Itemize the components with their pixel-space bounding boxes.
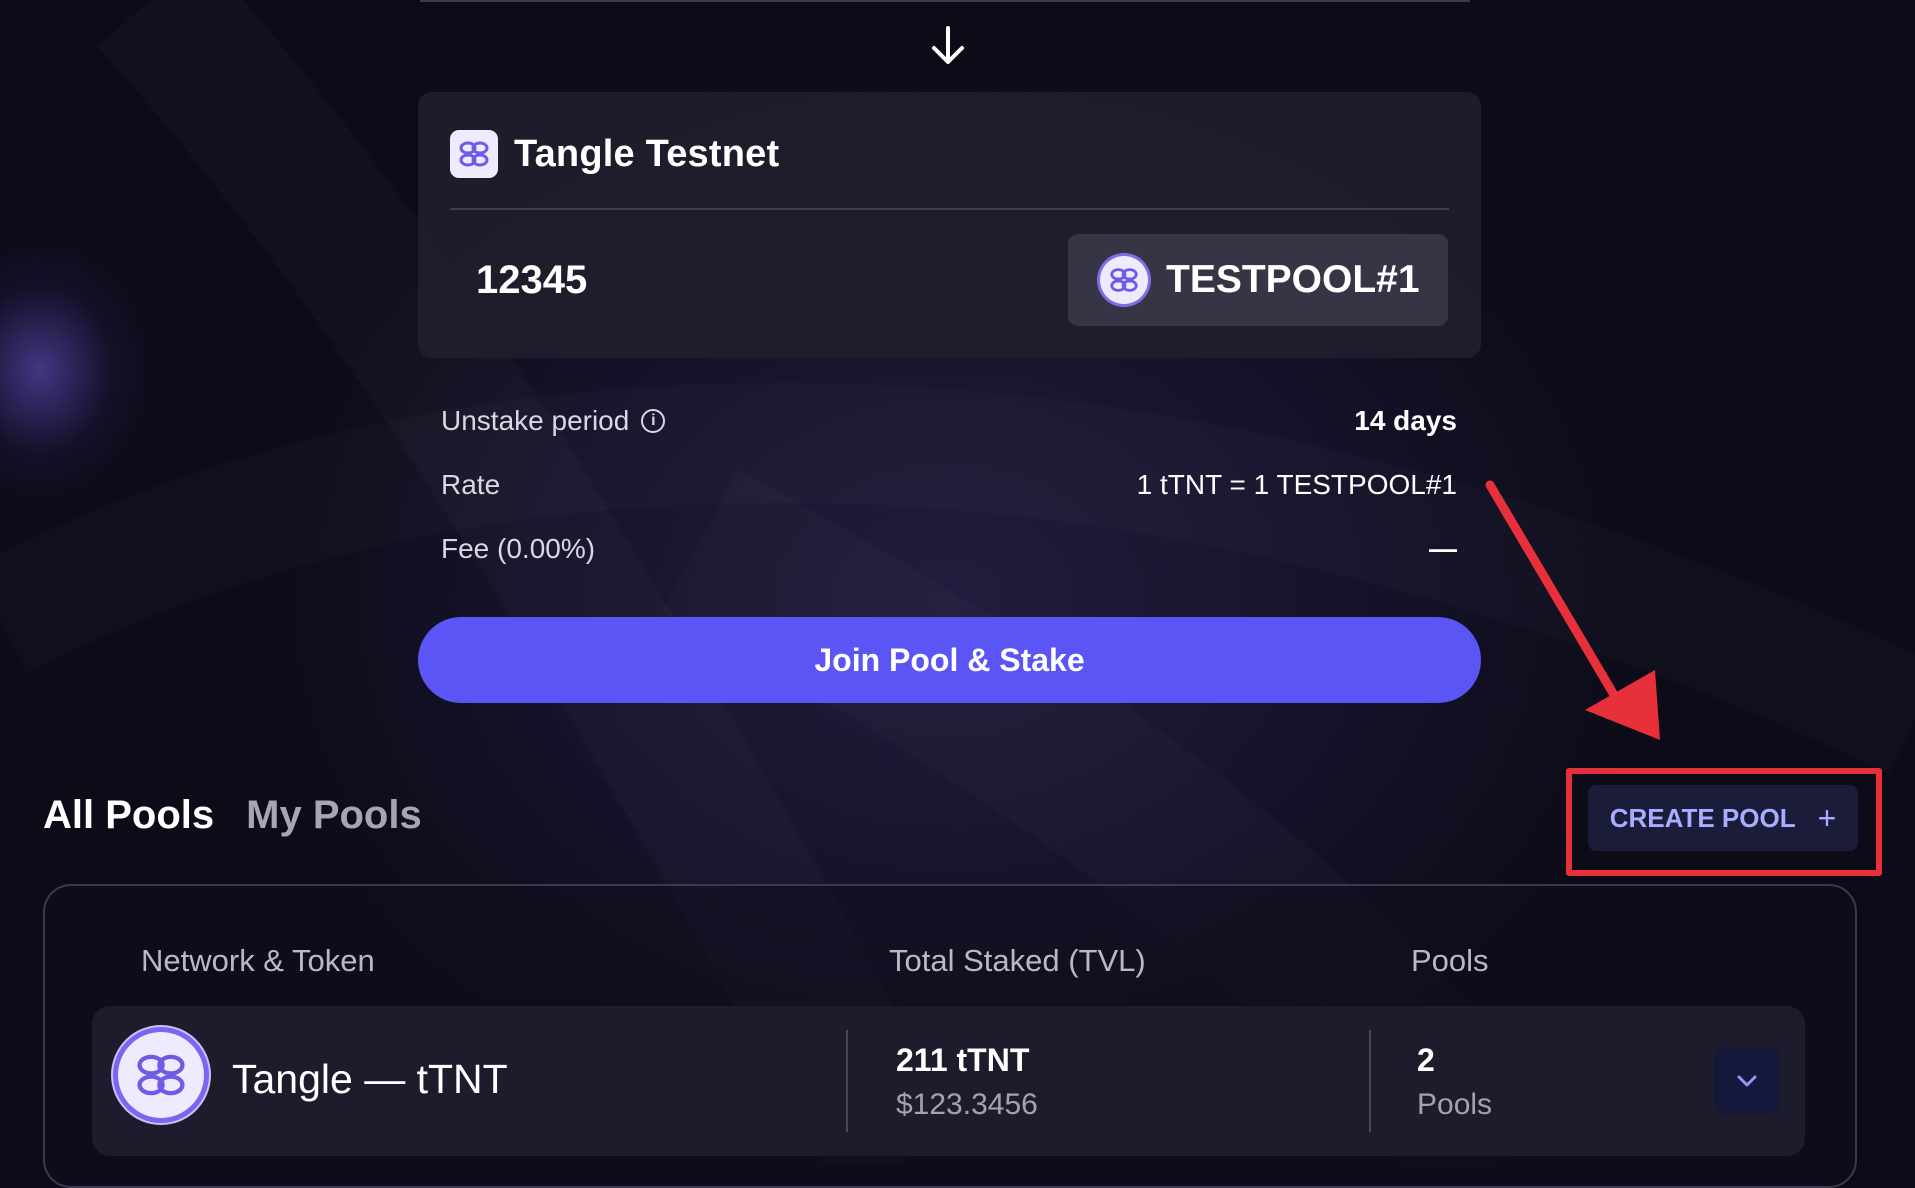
info-icon[interactable]: i xyxy=(641,409,666,433)
tab-my-pools[interactable]: My Pools xyxy=(246,793,422,838)
column-separator xyxy=(846,1030,848,1132)
column-separator xyxy=(1369,1030,1371,1132)
detail-value: 14 days xyxy=(1354,405,1457,436)
tvl-amount: 211 tTNT xyxy=(896,1042,1030,1078)
detail-row-rate: Rate 1 tTNT = 1 TESTPOOL#1 xyxy=(441,469,1457,501)
network-token-name: Tangle — tTNT xyxy=(232,1056,508,1102)
detail-row-unstake-period: Unstake period i 14 days xyxy=(441,405,1457,437)
create-pool-label: CREATE POOL xyxy=(1609,802,1796,833)
tvl-usd: $123.3456 xyxy=(896,1088,1038,1121)
stake-amount-input[interactable]: 12345 xyxy=(476,258,587,303)
tangle-token-icon xyxy=(118,1032,204,1118)
column-header-pools: Pools xyxy=(1411,943,1489,978)
pool-count-label: Pools xyxy=(1417,1088,1493,1121)
expand-row-button[interactable] xyxy=(1714,1048,1780,1114)
network-header[interactable]: Tangle Testnet xyxy=(450,130,779,178)
column-header-network-token: Network & Token xyxy=(141,943,375,978)
detail-label: Unstake period xyxy=(441,405,630,436)
table-row[interactable]: Tangle — tTNT 211 tTNT $123.3456 2 Pools xyxy=(92,1006,1805,1156)
divider xyxy=(450,208,1449,210)
detail-value: — xyxy=(1429,533,1457,564)
tangle-logo-icon xyxy=(450,130,498,178)
detail-label: Fee (0.00%) xyxy=(441,533,596,564)
column-header-tvl: Total Staked (TVL) xyxy=(889,943,1146,978)
pool-tabs: All Pools My Pools xyxy=(43,793,454,838)
pool-name: TESTPOOL#1 xyxy=(1166,258,1420,301)
plus-icon: + xyxy=(1817,799,1837,836)
pool-count: 2 xyxy=(1417,1042,1435,1078)
detail-label: Rate xyxy=(441,469,501,500)
detail-value: 1 tTNT = 1 TESTPOOL#1 xyxy=(1136,469,1457,500)
chevron-down-icon xyxy=(1737,1075,1757,1087)
create-pool-button[interactable]: CREATE POOL + xyxy=(1588,785,1858,851)
pool-token-icon xyxy=(1100,256,1148,304)
annotation-arrow xyxy=(1485,480,1660,740)
pool-selector[interactable]: TESTPOOL#1 xyxy=(1068,234,1448,326)
network-name: Tangle Testnet xyxy=(514,132,780,175)
arrow-down-icon xyxy=(932,26,964,64)
detail-row-fee: Fee (0.00%) — xyxy=(441,533,1457,565)
previous-card-edge xyxy=(420,0,1470,2)
join-pool-stake-button[interactable]: Join Pool & Stake xyxy=(418,617,1481,703)
network-stake-card: Tangle Testnet 12345 TESTPOOL#1 xyxy=(418,92,1481,358)
tab-all-pools[interactable]: All Pools xyxy=(43,793,214,838)
